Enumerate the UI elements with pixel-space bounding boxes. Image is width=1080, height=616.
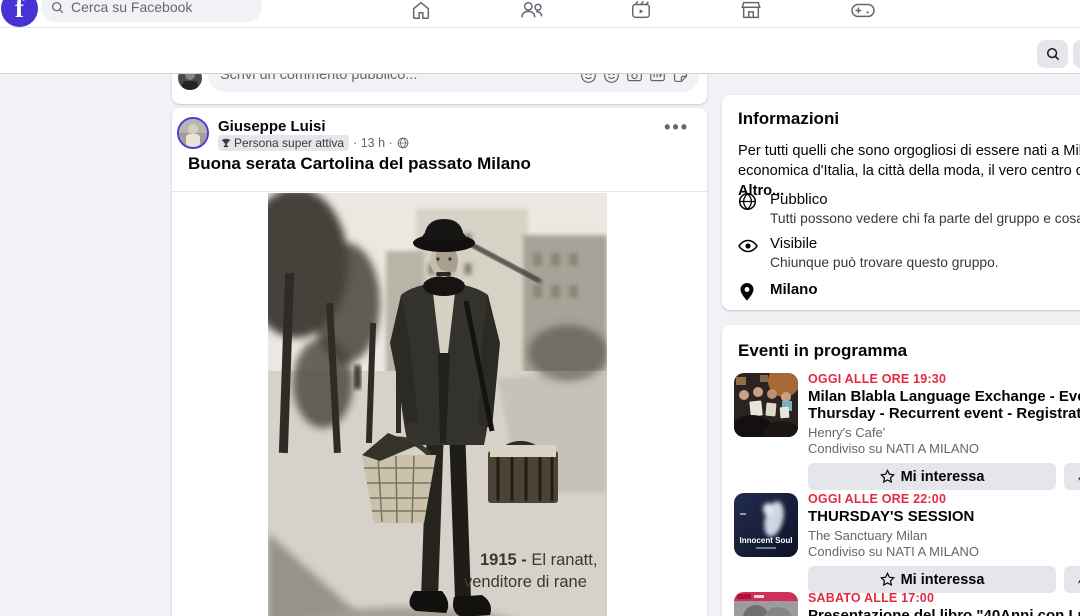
event-thumbnail[interactable] [734, 373, 798, 437]
about-item-subtitle: Chiunque può trovare questo gruppo. [770, 255, 999, 270]
upcoming-events-card: Eventi in programma O [722, 325, 1080, 616]
event-venue: The Sanctuary Milan [808, 528, 1080, 543]
event-thumbnail[interactable]: Innocent Soul [734, 493, 798, 557]
search-icon [1046, 47, 1060, 61]
event-shared-in: Condiviso su NATI A MILANO [808, 544, 1080, 559]
about-item-title: Pubblico [770, 191, 1080, 208]
nav-home-icon[interactable] [409, 0, 435, 23]
event-thumbnail[interactable] [734, 592, 798, 616]
group-search-button[interactable] [1037, 40, 1068, 68]
eye-icon [738, 236, 758, 256]
group-header-bar [0, 28, 1080, 74]
divider [172, 191, 707, 192]
events-title: Eventi in programma [738, 341, 1080, 361]
event-title[interactable]: Presentazione del libro "40Anni con Luca… [808, 607, 1080, 616]
event-thumb-text: Innocent Soul [740, 536, 793, 545]
share-button[interactable] [1064, 463, 1080, 490]
about-item-location: Milano [738, 281, 1080, 302]
about-item-subtitle: Tutti possono vedere chi fa parte del gr… [770, 211, 1080, 226]
post-meta: Persona super attiva · 13 h · [218, 135, 409, 151]
nav-marketplace-icon[interactable] [739, 0, 765, 23]
about-title: Informazioni [738, 109, 1080, 129]
svg-text:1915 - El ranatt,: 1915 - El ranatt, [480, 551, 597, 569]
post-timestamp[interactable]: · 13 h · [353, 136, 393, 150]
about-item-visible: Visibile Chiunque può trovare questo gru… [738, 235, 1080, 270]
nav-watch-icon[interactable] [629, 0, 655, 23]
about-item-title: Milano [770, 281, 818, 298]
post-card: Giuseppe Luisi Persona super attiva · 13… [172, 108, 707, 616]
share-button[interactable] [1064, 566, 1080, 593]
nav-friends-icon[interactable] [519, 0, 545, 23]
interested-button[interactable]: Mi interessa [808, 463, 1056, 490]
group-about-card: Informazioni Per tutti quelli che sono o… [722, 95, 1080, 310]
about-item-title: Visibile [770, 235, 999, 252]
star-icon [880, 469, 895, 484]
top-navigation-bar: f Cerca su Facebook [0, 0, 1080, 28]
interested-button[interactable]: Mi interessa [808, 566, 1056, 593]
location-pin-icon [738, 282, 758, 302]
svg-text:venditore di rane: venditore di rane [464, 573, 587, 591]
event-shared-in: Condiviso su NATI A MILANO [808, 441, 1080, 456]
event-time: OGGI ALLE ORE 19:30 [808, 372, 1080, 386]
globe-privacy-icon [397, 137, 409, 149]
event-time: SABATO ALLE 17:00 [808, 591, 1080, 605]
nav-gaming-icon[interactable] [850, 0, 876, 23]
top-contributor-badge: Persona super attiva [218, 135, 349, 151]
trophy-icon [221, 138, 231, 148]
about-item-public: Pubblico Tutti possono vedere chi fa par… [738, 191, 1080, 226]
post-photo[interactable]: 1915 - El ranatt, venditore di rane [268, 193, 607, 616]
event-title[interactable]: Milan Blabla Language Exchange - Every T… [808, 388, 1080, 422]
post-author-avatar[interactable] [177, 117, 209, 149]
post-options-button[interactable]: ••• [664, 122, 689, 132]
facebook-group-page: Giuseppe Luisi Persona super attiva · 13… [0, 0, 1080, 616]
photo-caption-year: 1915 - [480, 551, 531, 569]
post-author-name[interactable]: Giuseppe Luisi [218, 118, 326, 135]
event-venue: Henry's Cafe' [808, 425, 1080, 440]
star-icon [880, 572, 895, 587]
event-time: OGGI ALLE ORE 22:00 [808, 492, 1080, 506]
avatar-image [179, 119, 207, 147]
post-text: Buona serata Cartolina del passato Milan… [188, 154, 531, 174]
group-action-button-partial[interactable] [1073, 40, 1080, 68]
globe-icon [738, 192, 758, 212]
event-title[interactable]: THURSDAY'S SESSION [808, 508, 1080, 525]
